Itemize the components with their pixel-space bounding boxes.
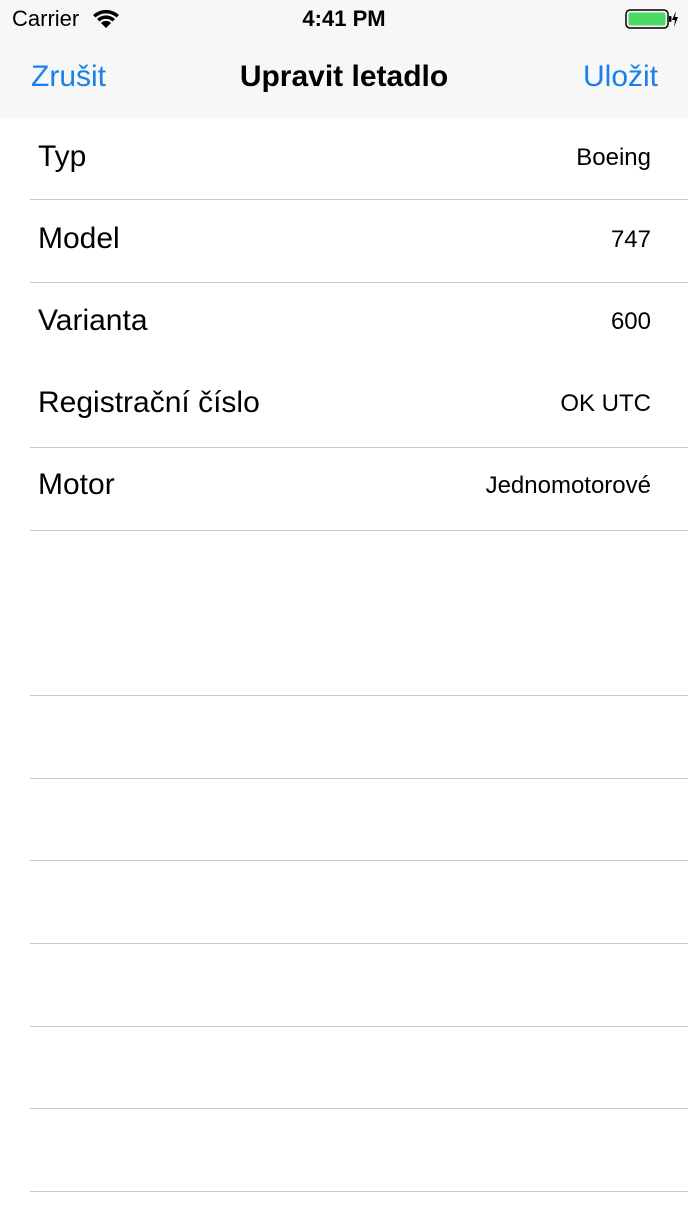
save-button[interactable]: Uložit bbox=[583, 60, 658, 94]
row-variant[interactable]: Varianta 600 bbox=[0, 282, 688, 364]
row-label: Typ bbox=[38, 140, 87, 173]
row-separator bbox=[30, 1108, 688, 1109]
row-value: 600 bbox=[610, 308, 651, 335]
row-separator bbox=[30, 447, 688, 448]
aircraft-form-list: Typ Boeing Model 747 Varianta 600 Regist… bbox=[0, 118, 688, 528]
row-separator bbox=[30, 199, 688, 200]
row-label: Varianta bbox=[38, 304, 148, 337]
row-separator bbox=[30, 1191, 688, 1192]
battery-icon bbox=[625, 9, 678, 29]
row-value: 747 bbox=[610, 226, 651, 253]
row-label: Model bbox=[38, 222, 120, 255]
row-model[interactable]: Model 747 bbox=[0, 200, 688, 282]
row-separator bbox=[30, 695, 688, 696]
row-value: OK UTC bbox=[560, 390, 651, 417]
row-separator bbox=[30, 860, 688, 861]
row-type[interactable]: Typ Boeing bbox=[0, 118, 688, 200]
clock-time: 4:41 PM bbox=[302, 6, 386, 31]
row-separator bbox=[30, 778, 688, 779]
row-separator bbox=[30, 1026, 688, 1027]
row-separator bbox=[30, 530, 688, 531]
row-separator bbox=[30, 943, 688, 944]
row-label: Registrační číslo bbox=[38, 386, 260, 419]
row-separator bbox=[30, 282, 688, 283]
row-registration[interactable]: Registrační číslo OK UTC bbox=[0, 364, 688, 446]
row-label: Motor bbox=[38, 468, 115, 501]
row-value: Boeing bbox=[576, 144, 651, 171]
row-value: Jednomotorové bbox=[485, 472, 651, 499]
row-engine[interactable]: Motor Jednomotorové bbox=[0, 446, 688, 528]
navigation-bar: Zrušit Upravit letadlo Uložit bbox=[0, 40, 688, 118]
status-bar: Carrier 4:41 PM bbox=[0, 0, 688, 40]
